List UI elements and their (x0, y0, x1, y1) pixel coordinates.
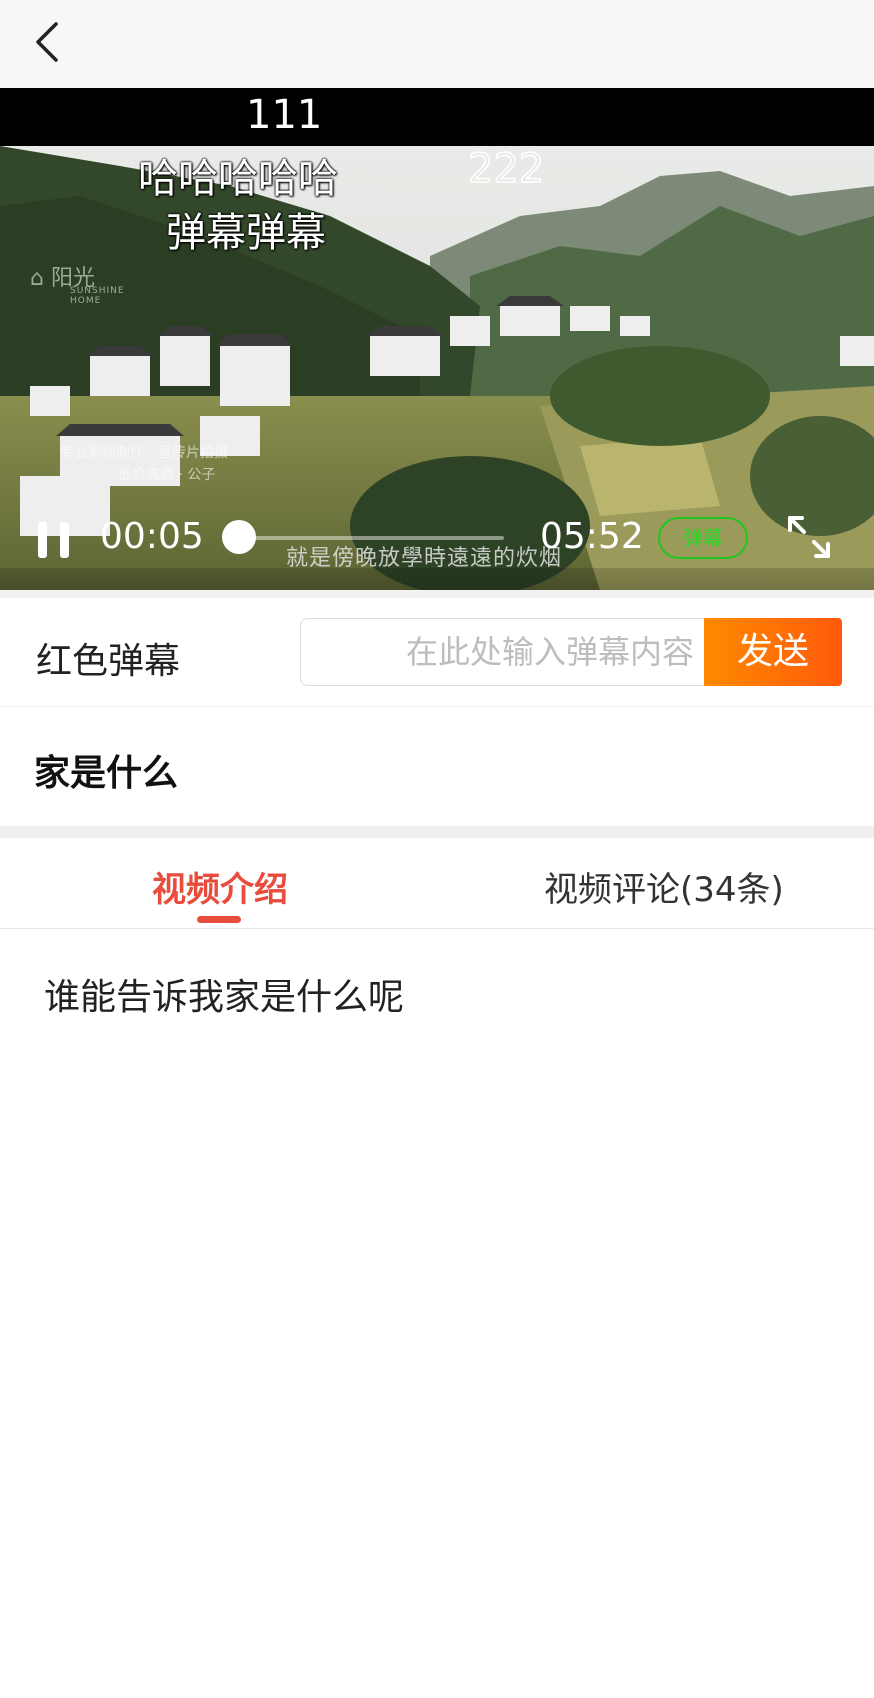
progress-knob[interactable] (222, 520, 256, 554)
video-title: 家是什么 (34, 753, 179, 794)
section-divider (0, 590, 874, 598)
watermark-text: 低价高质 · 公子 (118, 467, 216, 483)
send-button[interactable]: 发送 (704, 618, 842, 686)
tab-video-intro[interactable]: 视频介绍 (152, 862, 288, 911)
top-nav-bar (0, 0, 874, 88)
danmaku-item: 弹幕弹幕 (166, 210, 326, 256)
danmaku-color-label[interactable]: 红色弹幕 (36, 632, 180, 684)
video-player[interactable]: ⌂ 阳光 SUNSHINE HOME 专业影视制作、宣传片拍摄 低价高质 · 公子… (0, 88, 874, 590)
danmaku-item: 222 (467, 145, 545, 193)
tab-video-comments[interactable]: 视频评论(34条) (544, 862, 784, 911)
danmaku-item: 哈哈哈哈哈 (138, 156, 338, 202)
duration: 05:52 (540, 516, 644, 557)
video-subtitle: 就是傍晚放學時遠遠的炊烟 (286, 546, 563, 571)
video-description: 谁能告诉我家是什么呢 (44, 977, 405, 1018)
danmaku-input[interactable] (300, 618, 704, 686)
back-arrow-icon[interactable] (30, 18, 70, 66)
active-tab-indicator (197, 916, 241, 923)
watermark-text: 专业影视制作、宣传片拍摄 (60, 445, 228, 461)
watermark-logo: ⌂ 阳光 SUNSHINE HOME (30, 266, 125, 306)
divider-line (0, 706, 874, 707)
divider-line (0, 928, 874, 929)
progress-track[interactable] (238, 536, 504, 540)
section-divider (0, 826, 874, 838)
fullscreen-icon[interactable] (786, 514, 832, 560)
pause-icon[interactable] (38, 522, 72, 558)
current-time: 00:05 (100, 516, 204, 557)
danmaku-toggle-button[interactable]: 弹幕 (658, 517, 748, 559)
danmaku-item: 111 (246, 92, 323, 138)
